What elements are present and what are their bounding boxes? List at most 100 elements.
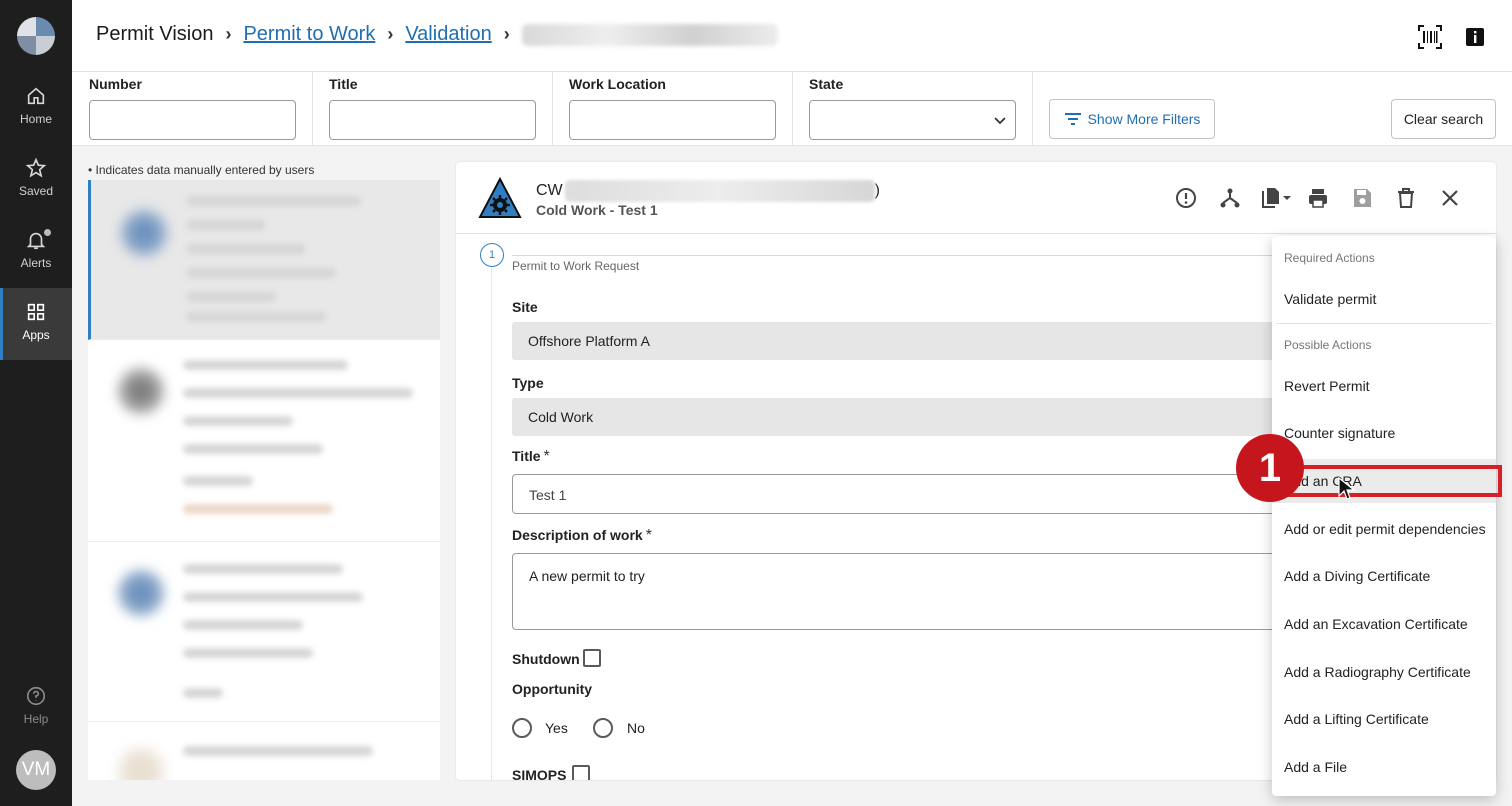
list-item[interactable] xyxy=(88,722,440,780)
step-divider xyxy=(512,255,1312,256)
star-icon xyxy=(25,157,47,178)
company-logo[interactable] xyxy=(17,17,55,55)
filter-title-label: Title xyxy=(329,76,358,92)
filter-work-location: Work Location xyxy=(552,72,793,145)
rail-label-alerts: Alerts xyxy=(20,256,52,270)
manual-data-legend: • Indicates data manually entered by use… xyxy=(88,163,315,177)
menu-item-add-file[interactable]: Add a File xyxy=(1272,745,1496,789)
description-field[interactable]: A new permit to try xyxy=(512,553,1312,630)
permit-number-redacted xyxy=(564,180,875,202)
show-more-filters-button[interactable]: Show More Filters xyxy=(1049,99,1215,139)
breadcrumb: Permit Vision › Permit to Work › Validat… xyxy=(96,23,778,46)
printer-icon xyxy=(1309,189,1327,208)
document-actions-button[interactable] xyxy=(1259,186,1293,210)
permit-list xyxy=(88,180,440,780)
close-button[interactable] xyxy=(1438,186,1462,210)
menu-item-diving-certificate[interactable]: Add a Diving Certificate xyxy=(1272,554,1496,598)
close-icon xyxy=(1442,190,1458,206)
rail-label-help: Help xyxy=(23,712,49,726)
opportunity-no-label: No xyxy=(627,720,645,736)
breadcrumb-permit-to-work[interactable]: Permit to Work xyxy=(243,23,375,46)
filter-state: State xyxy=(792,72,1033,145)
apps-grid-icon xyxy=(27,303,45,321)
chevron-down-icon xyxy=(994,117,1006,125)
permit-number-suffix: ) xyxy=(874,182,880,199)
alert-action-button[interactable] xyxy=(1174,186,1198,210)
user-avatar[interactable]: VM xyxy=(16,750,56,790)
list-item[interactable] xyxy=(88,340,440,542)
info-icon[interactable] xyxy=(1462,24,1488,50)
menu-item-radiography-certificate[interactable]: Add a Radiography Certificate xyxy=(1272,650,1496,694)
opportunity-label: Opportunity xyxy=(512,681,593,697)
filter-bar: Number Title Work Location State Show Mo… xyxy=(72,72,1512,146)
delete-button[interactable] xyxy=(1394,186,1418,210)
save-disk-icon xyxy=(1354,189,1371,207)
show-more-filters-label: Show More Filters xyxy=(1087,111,1201,127)
chevron-right-icon: › xyxy=(387,24,394,44)
filter-title: Title xyxy=(312,72,553,145)
rail-label-apps: Apps xyxy=(22,328,50,342)
document-dropdown-icon xyxy=(1262,188,1291,208)
breadcrumb-validation[interactable]: Validation xyxy=(405,23,491,46)
shutdown-checkbox[interactable] xyxy=(583,649,601,667)
step-number-badge: 1 xyxy=(480,243,504,267)
help-icon xyxy=(26,686,46,706)
menu-item-validate-permit[interactable]: Validate permit xyxy=(1272,277,1496,321)
title-label: Title * xyxy=(512,448,550,466)
menu-item-revert-permit[interactable]: Revert Permit xyxy=(1272,364,1496,408)
title-field[interactable]: Test 1 xyxy=(512,474,1312,514)
state-select[interactable] xyxy=(809,100,1016,140)
title-label-text: Title xyxy=(512,448,541,464)
required-asterisk: * xyxy=(645,527,652,544)
opportunity-no-radio[interactable] xyxy=(593,718,613,738)
rail-label-saved: Saved xyxy=(18,184,54,198)
opportunity-yes-label: Yes xyxy=(545,720,568,736)
step-number-callout: 1 xyxy=(1236,434,1304,502)
clear-search-button[interactable]: Clear search xyxy=(1391,99,1496,139)
permit-number: CW ) xyxy=(536,180,880,202)
filter-number-label: Number xyxy=(89,76,142,92)
filter-number: Number xyxy=(72,72,313,145)
simops-checkbox[interactable] xyxy=(572,765,590,780)
opportunity-yes-radio[interactable] xyxy=(512,718,532,738)
menu-header-required: Required Actions xyxy=(1284,251,1375,265)
required-asterisk: * xyxy=(543,448,550,465)
list-item[interactable] xyxy=(88,542,440,722)
step-label: Permit to Work Request xyxy=(512,259,640,273)
dependencies-button[interactable] xyxy=(1218,186,1242,210)
type-label: Type xyxy=(512,375,544,391)
title-search-input[interactable] xyxy=(329,100,536,140)
menu-divider xyxy=(1276,323,1492,324)
mouse-pointer-icon xyxy=(1338,476,1356,500)
type-field: Cold Work xyxy=(512,398,1312,436)
print-button[interactable] xyxy=(1306,186,1330,210)
menu-item-lifting-certificate[interactable]: Add a Lifting Certificate xyxy=(1272,697,1496,741)
save-button[interactable] xyxy=(1350,186,1374,210)
menu-item-counter-signature[interactable]: Counter signature xyxy=(1272,411,1496,455)
rail-item-alerts[interactable]: Alerts xyxy=(0,216,72,288)
top-bar: Permit Vision › Permit to Work › Validat… xyxy=(72,0,1512,72)
menu-item-excavation-certificate[interactable]: Add an Excavation Certificate xyxy=(1272,602,1496,646)
barcode-scan-icon[interactable] xyxy=(1417,24,1443,50)
list-item[interactable] xyxy=(88,180,440,340)
trash-icon xyxy=(1398,188,1414,208)
breadcrumb-redacted xyxy=(521,23,778,46)
rail-item-saved[interactable]: Saved xyxy=(0,144,72,216)
site-field: Offshore Platform A xyxy=(512,322,1312,360)
rail-item-help[interactable]: Help xyxy=(0,672,72,744)
work-location-input[interactable] xyxy=(569,100,776,140)
chevron-right-icon: › xyxy=(503,24,510,44)
menu-item-permit-dependencies[interactable]: Add or edit permit dependencies xyxy=(1272,507,1496,551)
home-icon xyxy=(27,87,45,105)
rail-item-apps[interactable]: Apps xyxy=(0,288,72,360)
permit-actions-menu: Required Actions Validate permit Possibl… xyxy=(1272,236,1496,796)
description-label-text: Description of work xyxy=(512,527,643,543)
app-name: Permit Vision xyxy=(96,23,214,45)
number-input[interactable] xyxy=(89,100,296,140)
simops-label: SIMOPS xyxy=(512,767,567,780)
permit-detail-header: CW ) Cold Work - Test 1 xyxy=(456,162,1496,234)
rail-label-home: Home xyxy=(19,112,52,126)
rail-item-home[interactable]: Home xyxy=(0,72,72,144)
step-connector-line xyxy=(491,268,492,780)
filter-state-label: State xyxy=(809,76,844,92)
